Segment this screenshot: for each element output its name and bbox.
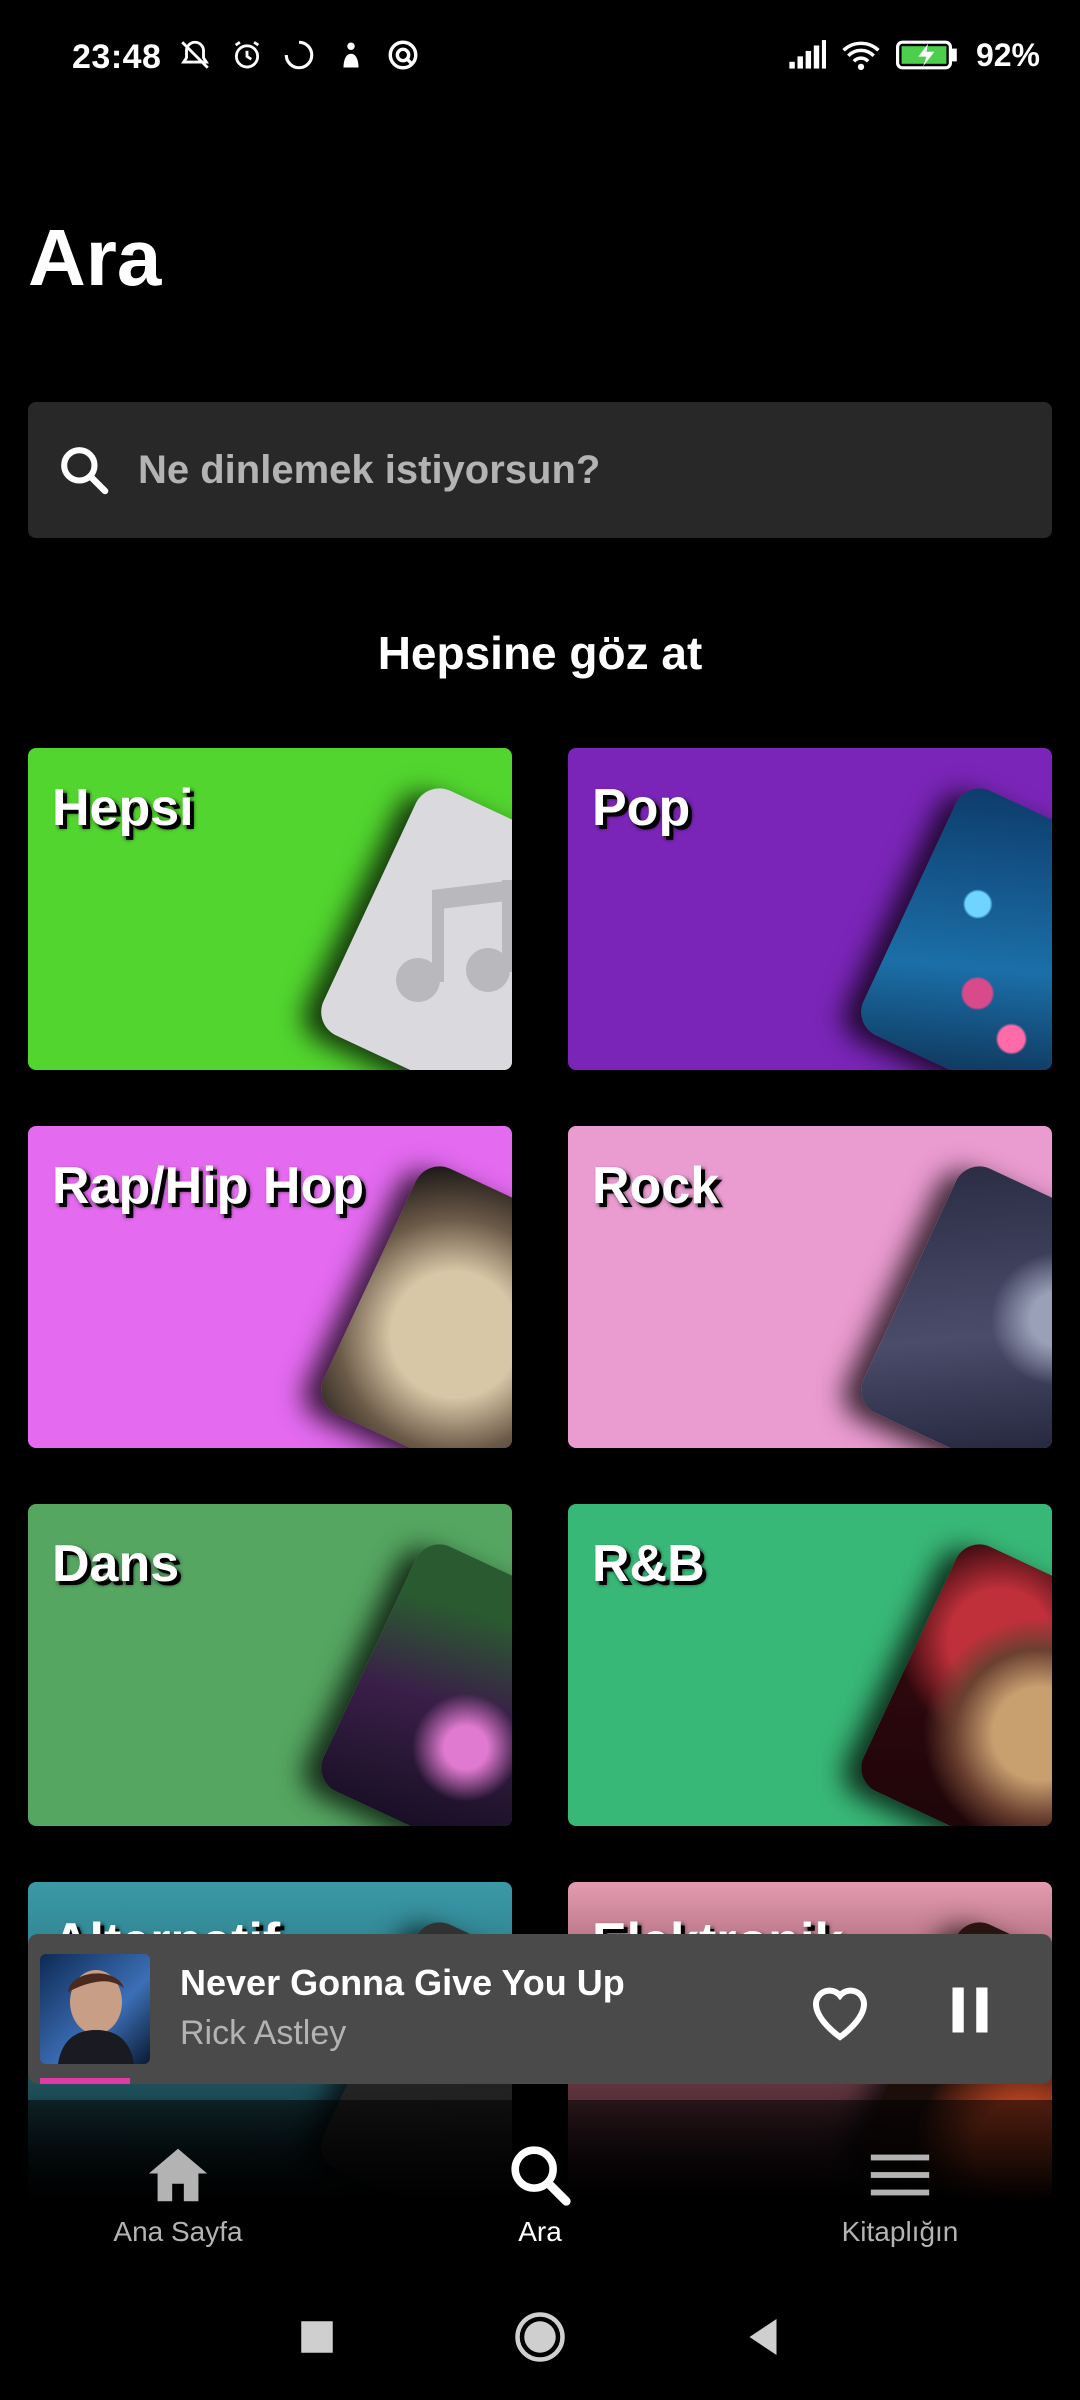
bell-off-icon: [176, 36, 214, 74]
genre-artwork: [852, 1535, 1052, 1826]
recents-icon[interactable]: [290, 2310, 344, 2364]
wifi-icon: [842, 36, 880, 74]
status-bar: 23:48 92%: [0, 0, 1080, 118]
genre-tile-pop[interactable]: Pop: [568, 748, 1052, 1070]
search-input[interactable]: Ne dinlemek istiyorsun?: [28, 402, 1052, 538]
album-art: [40, 1954, 150, 2064]
track-artist: Rick Astley: [180, 2014, 347, 2052]
back-icon[interactable]: [736, 2310, 790, 2364]
home-icon: [148, 2148, 208, 2202]
playback-progress: [40, 2078, 130, 2084]
genre-label: R&B: [592, 1535, 705, 1593]
nav-item-search[interactable]: Ara: [410, 2140, 670, 2248]
bottom-navigation: Ana Sayfa Ara Kitaplığın: [0, 2100, 1080, 2270]
nav-item-library[interactable]: Kitaplığın: [770, 2140, 1030, 2248]
mini-player[interactable]: Never Gonna Give You Up Rick Astley: [28, 1934, 1052, 2084]
page-title: Ara: [28, 213, 162, 302]
status-time: 23:48: [72, 38, 162, 76]
genre-label: Rap/Hip Hop: [52, 1157, 364, 1215]
status-notification-icons: [176, 36, 422, 74]
genre-label: Hepsi: [52, 779, 194, 837]
genre-tile-rock[interactable]: Rock: [568, 1126, 1052, 1448]
genre-tile-dans[interactable]: Dans: [28, 1504, 512, 1826]
person-icon: [332, 36, 370, 74]
genre-tile-rap-hip-hop[interactable]: Rap/Hip Hop: [28, 1126, 512, 1448]
genre-artwork: [312, 779, 512, 1070]
browse-heading: Hepsine göz at: [377, 627, 703, 679]
genre-tile-hepsi[interactable]: Hepsi: [28, 748, 512, 1070]
loading-icon: [280, 36, 318, 74]
pause-icon[interactable]: [940, 1980, 1000, 2040]
music-note-icon: [396, 880, 512, 1002]
nav-label: Ara: [518, 2216, 562, 2247]
search-icon: [511, 2146, 571, 2206]
genre-artwork: [852, 1157, 1052, 1448]
system-navigation-bar: [0, 2270, 1080, 2400]
genre-artwork: [852, 779, 1052, 1070]
status-system-icons: 92%: [788, 36, 1040, 74]
alarm-icon: [228, 36, 266, 74]
vpn-icon: [384, 36, 422, 74]
genre-artwork: [312, 1535, 512, 1826]
battery-percentage: 92%: [975, 36, 1040, 73]
genre-label: Dans: [52, 1535, 180, 1593]
library-icon: [870, 2154, 930, 2196]
search-icon: [61, 447, 109, 495]
nav-label: Kitaplığın: [841, 2216, 959, 2247]
search-placeholder: Ne dinlemek istiyorsun?: [138, 448, 601, 492]
heart-icon[interactable]: [804, 1974, 876, 2046]
nav-label: Ana Sayfa: [113, 2216, 243, 2247]
genre-label: Rock: [592, 1157, 720, 1215]
genre-label: Pop: [592, 779, 691, 837]
search-page: 23:48 92% Ara Ne dinlemek istiyorsun? He…: [0, 0, 1080, 2400]
battery-charging-icon: [895, 36, 960, 74]
signal-icon: [788, 36, 826, 74]
genre-tile-r-and-b[interactable]: R&B: [568, 1504, 1052, 1826]
home-circle-icon[interactable]: [513, 2310, 567, 2364]
nav-item-home[interactable]: Ana Sayfa: [48, 2140, 308, 2248]
track-title: Never Gonna Give You Up: [180, 1962, 625, 2003]
